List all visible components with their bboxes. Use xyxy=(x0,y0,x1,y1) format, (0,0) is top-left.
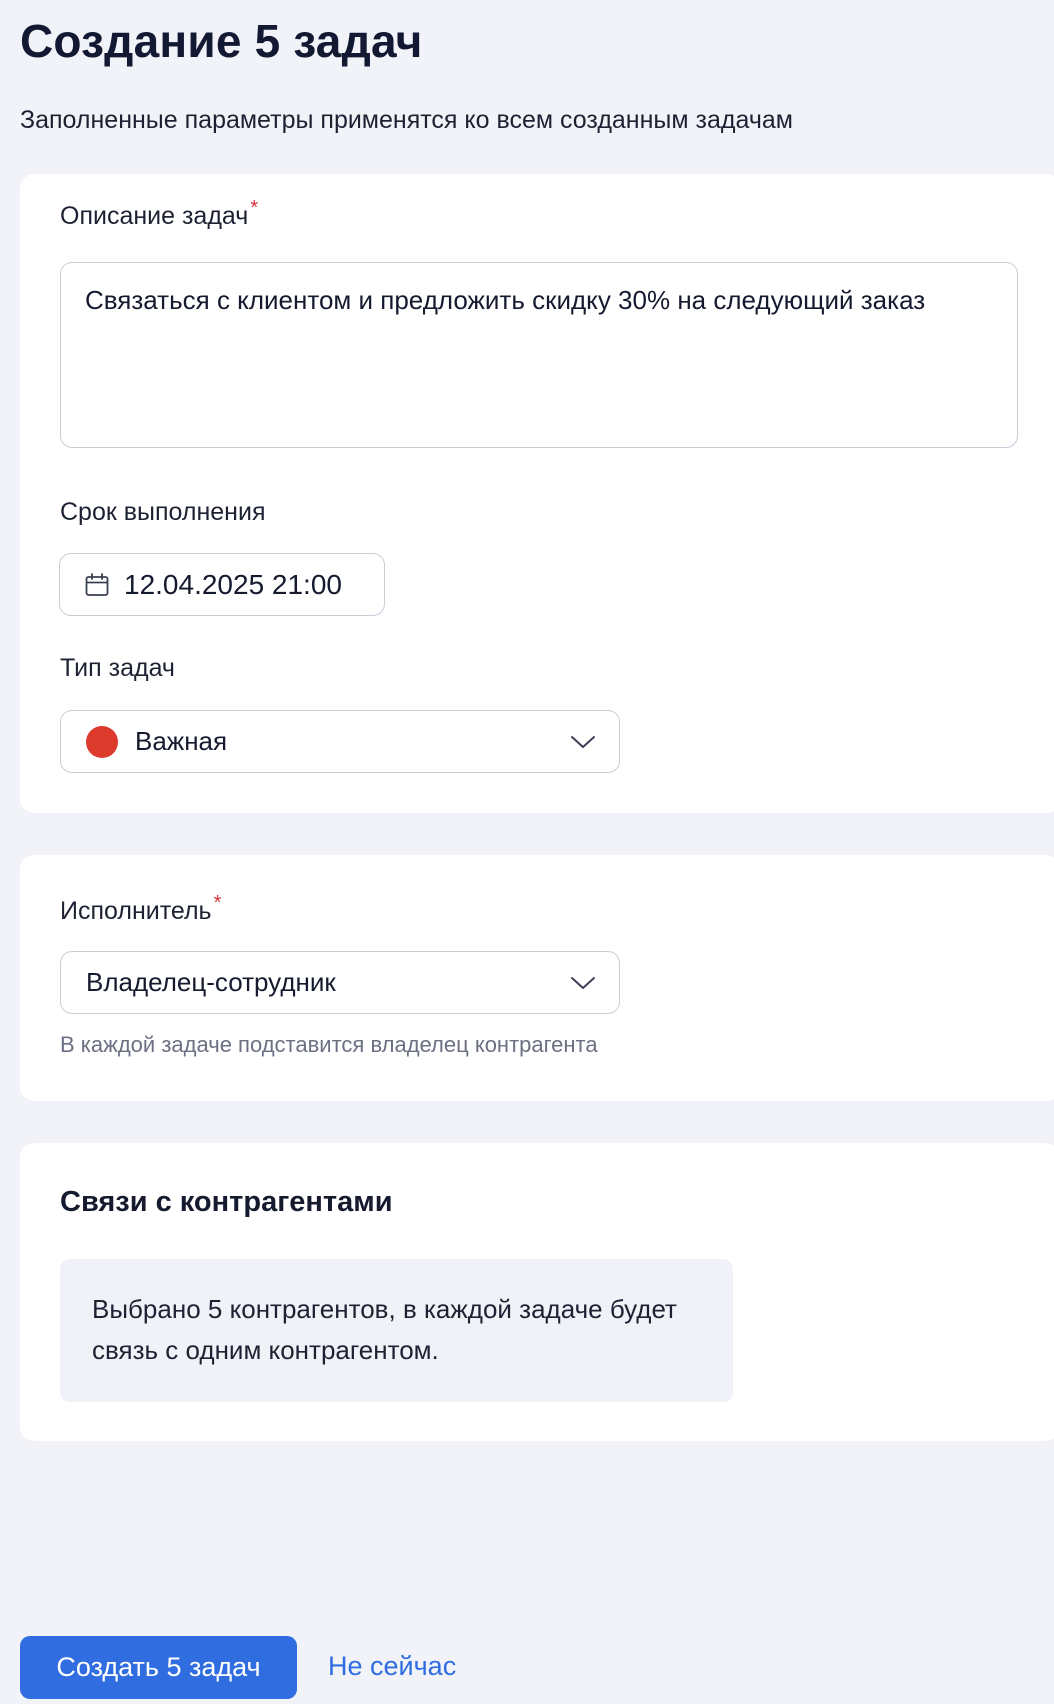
required-star: * xyxy=(250,197,259,219)
task-type-label: Тип задач xyxy=(60,654,175,682)
due-date-label: Срок выполнения xyxy=(60,498,266,526)
task-params-card: Описание задач * Связаться с клиентом и п… xyxy=(20,174,1054,813)
page-title: Создание 5 задач xyxy=(20,15,423,67)
task-type-value: Важная xyxy=(135,726,228,756)
task-description-textarea[interactable]: Связаться с клиентом и предложить скидку… xyxy=(60,262,1018,448)
page-subtitle: Заполненные параметры применятся ко всем… xyxy=(20,106,793,134)
not-now-link[interactable]: Не сейчас xyxy=(328,1651,456,1682)
task-description-label: Описание задач * xyxy=(60,197,258,231)
required-star: * xyxy=(213,892,222,914)
task-description-label-text: Описание задач xyxy=(60,202,249,230)
executor-select[interactable]: Владелец-сотрудник xyxy=(60,951,620,1014)
due-date-input[interactable]: 12.04.2025 21:00 xyxy=(59,553,385,616)
due-date-value: 12.04.2025 21:00 xyxy=(124,568,342,600)
task-type-select[interactable]: Важная xyxy=(60,710,620,773)
chevron-down-icon xyxy=(571,976,595,989)
calendar-icon xyxy=(85,572,109,596)
executor-hint: В каждой задаче подставится владелец кон… xyxy=(60,1032,598,1057)
executor-value: Владелец-сотрудник xyxy=(86,967,336,997)
task-type-color-dot xyxy=(86,725,118,758)
create-tasks-button[interactable]: Создать 5 задач xyxy=(20,1636,297,1699)
section-title: Связи с контрагентами xyxy=(60,1186,393,1218)
executor-label: Исполнитель * xyxy=(60,892,221,926)
links-info-box: Выбрано 5 контрагентов, в каждой задаче … xyxy=(60,1259,733,1402)
chevron-down-icon xyxy=(571,735,595,748)
executor-card: Исполнитель * Владелец-сотрудник В каждой… xyxy=(20,855,1054,1101)
executor-label-text: Исполнитель xyxy=(60,897,212,925)
counterparty-links-card: Связи с контрагентами Выбрано 5 контраге… xyxy=(20,1143,1054,1441)
